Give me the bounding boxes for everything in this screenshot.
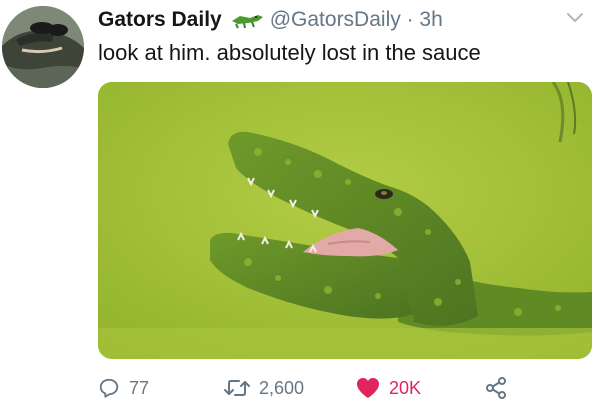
tweet-header: Gators Daily @GatorsDaily · 3h [98, 6, 443, 34]
alligator-photo [98, 82, 592, 359]
retweet-count: 2,600 [259, 377, 305, 398]
crocodile-emoji-icon [230, 11, 264, 29]
like-button[interactable]: 20K [356, 372, 421, 404]
like-count: 20K [389, 377, 422, 398]
author-name[interactable]: Gators Daily [98, 8, 222, 32]
retweet-button[interactable]: 2,600 [224, 372, 304, 404]
share-icon [486, 377, 506, 399]
avatar[interactable] [2, 6, 84, 88]
tweet-actions: 77 2,600 20K [98, 372, 592, 404]
alligator-with-sunglasses-avatar-icon [2, 6, 84, 88]
tweet-text: look at him. absolutely lost in the sauc… [98, 40, 481, 65]
reply-icon [99, 378, 119, 398]
retweet-icon [224, 380, 250, 396]
share-button[interactable] [484, 372, 508, 404]
reply-button[interactable]: 77 [98, 372, 149, 404]
author-handle-and-time[interactable]: @GatorsDaily · 3h [270, 8, 443, 32]
chevron-down-icon[interactable] [565, 10, 585, 24]
tweet-media-image[interactable] [98, 82, 592, 359]
heart-icon [357, 378, 379, 398]
reply-count: 77 [129, 377, 150, 398]
